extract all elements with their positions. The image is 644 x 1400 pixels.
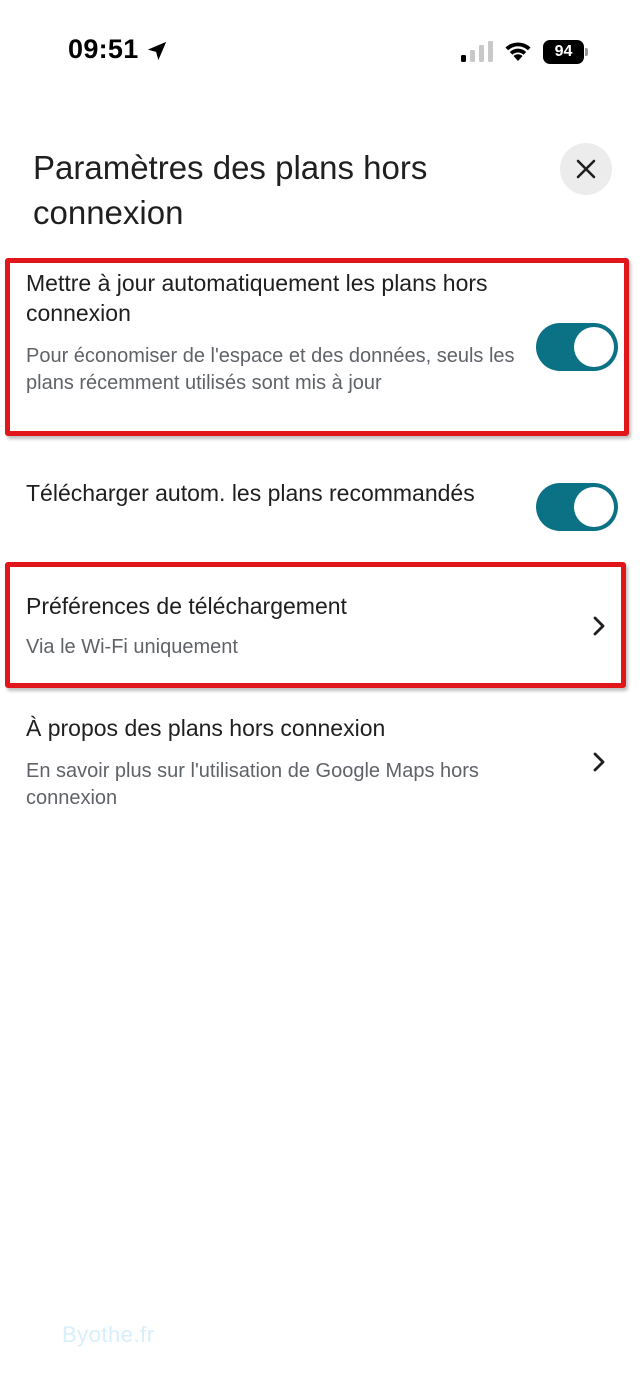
setting-subtitle: En savoir plus sur l'utilisation de Goog… [26,760,479,809]
setting-subtitle: Via le Wi-Fi uniquement [26,636,238,658]
chevron-right-icon [593,616,605,636]
page-title: Paramètres des plans hors connexion [33,149,428,231]
setting-about-offline-maps[interactable]: À propos des plans hors connexion En sav… [0,700,644,825]
location-arrow-icon [147,41,167,61]
toggle-knob [574,327,614,367]
setting-title: À propos des plans hors connexion [26,715,386,741]
setting-auto-update-offline-maps[interactable]: Mettre à jour automatiquement les plans … [0,262,644,432]
battery-tip [585,48,588,56]
status-bar: 09:51 94 [0,0,644,100]
watermark: Byothe.fr [62,1322,155,1347]
wifi-icon [505,42,531,61]
battery-level: 94 [543,40,584,64]
battery-indicator: 94 [543,40,589,64]
setting-subtitle: Pour économiser de l'espace et des donné… [26,345,515,394]
auto-download-toggle[interactable] [536,483,618,531]
cellular-signal-icon [461,41,493,62]
close-icon [576,159,596,179]
setting-download-preferences[interactable]: Préférences de téléchargement Via le Wi-… [0,566,644,688]
chevron-right-icon [593,752,605,772]
setting-title: Mettre à jour automatiquement les plans … [26,270,488,326]
setting-title: Télécharger autom. les plans recommandés [26,480,475,506]
auto-update-toggle[interactable] [536,323,618,371]
close-button[interactable] [560,143,612,195]
toggle-knob [574,487,614,527]
status-time: 09:51 [68,34,139,64]
setting-title: Préférences de téléchargement [26,593,347,619]
setting-auto-download-recommended[interactable]: Télécharger autom. les plans recommandés [0,470,644,550]
